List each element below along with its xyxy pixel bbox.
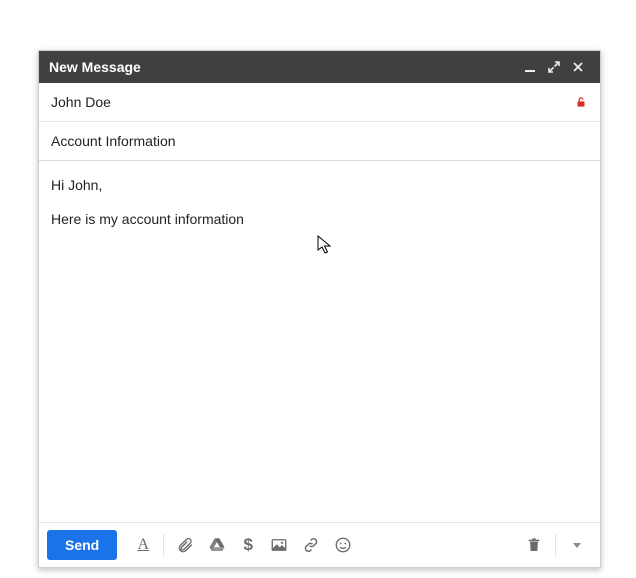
send-button[interactable]: Send (47, 530, 117, 560)
recipients-text: John Doe (51, 94, 568, 110)
dollar-icon[interactable]: $ (234, 535, 262, 555)
close-icon[interactable] (566, 55, 590, 79)
compose-title: New Message (49, 59, 518, 75)
format-icon[interactable]: A (129, 536, 157, 554)
photo-icon[interactable] (264, 530, 294, 560)
lock-open-icon[interactable] (568, 95, 588, 109)
trash-icon[interactable] (519, 530, 549, 560)
emoji-icon[interactable] (328, 530, 358, 560)
compose-titlebar[interactable]: New Message (39, 51, 600, 83)
subject-text: Account Information (51, 133, 588, 149)
drive-icon[interactable] (202, 530, 232, 560)
link-icon[interactable] (296, 530, 326, 560)
more-arrow-icon[interactable] (562, 530, 592, 560)
compose-window: New Message John Doe Account Informati (38, 50, 601, 568)
message-body[interactable]: Hi John, Here is my account information (39, 161, 600, 522)
body-line: Here is my account information (51, 209, 588, 229)
recipients-field[interactable]: John Doe (39, 83, 600, 122)
minimize-icon[interactable] (518, 55, 542, 79)
body-line: Hi John, (51, 175, 588, 195)
toolbar-divider (555, 534, 556, 556)
toolbar-divider (163, 534, 164, 556)
paperclip-icon[interactable] (170, 530, 200, 560)
fullscreen-icon[interactable] (542, 55, 566, 79)
subject-field[interactable]: Account Information (39, 122, 600, 161)
compose-toolbar: Send A $ (39, 522, 600, 567)
mouse-cursor-icon (317, 235, 333, 260)
